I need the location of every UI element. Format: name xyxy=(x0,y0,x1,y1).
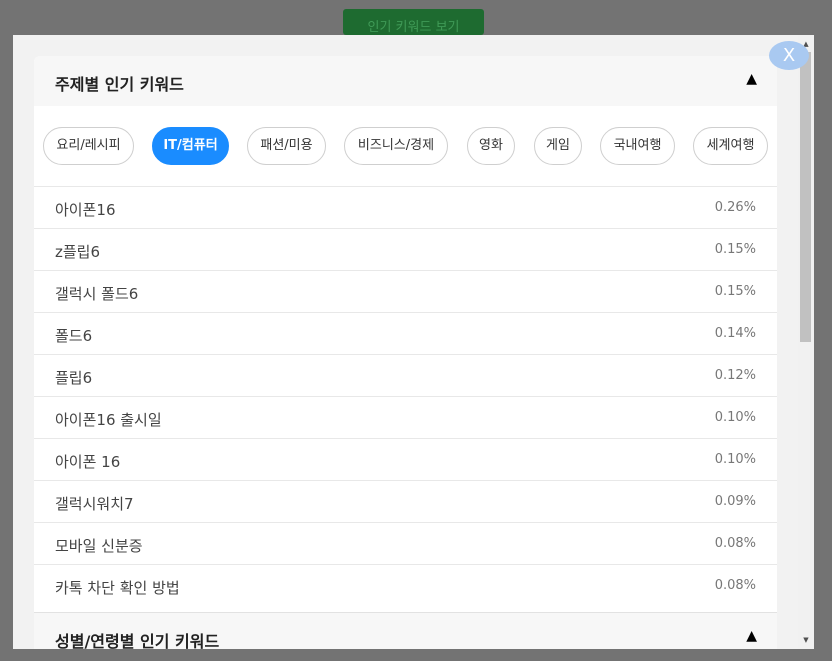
keyword-share: 0.14% xyxy=(714,326,756,341)
keyword-text: 플립6 xyxy=(55,369,93,387)
topic-section-title: 주제별 인기 키워드 xyxy=(55,75,184,94)
collapse-arrow-icon[interactable]: ▲ xyxy=(746,628,757,644)
scroll-down-arrow-icon[interactable]: ▼ xyxy=(798,633,814,647)
modal-scrollbar[interactable]: ▲ ▼ xyxy=(798,35,814,649)
keyword-share: 0.26% xyxy=(714,200,756,215)
keyword-row[interactable]: z플립6 0.15% xyxy=(34,229,777,271)
modal-panel: 주제별 인기 키워드 ▲ 요리/레시피 IT/컴퓨터 패션/미용 비즈니스/경제… xyxy=(34,56,777,649)
category-movie[interactable]: 영화 xyxy=(467,127,515,165)
category-world-travel[interactable]: 세계여행 xyxy=(693,127,768,165)
keyword-text: z플립6 xyxy=(55,243,101,261)
topic-section-header[interactable]: 주제별 인기 키워드 ▲ xyxy=(34,56,777,106)
keyword-text: 갤럭시 폴드6 xyxy=(55,285,139,303)
keyword-share: 0.12% xyxy=(714,368,756,383)
collapse-arrow-icon[interactable]: ▲ xyxy=(746,71,757,87)
category-it-computer[interactable]: IT/컴퓨터 xyxy=(152,127,229,165)
popular-keywords-button[interactable]: 인기 키워드 보기 xyxy=(343,9,484,35)
keyword-share: 0.10% xyxy=(714,410,756,425)
category-game[interactable]: 게임 xyxy=(534,127,582,165)
keyword-row[interactable]: 갤럭시워치7 0.09% xyxy=(34,481,777,523)
keyword-row[interactable]: 폴드6 0.14% xyxy=(34,313,777,355)
keyword-share: 0.15% xyxy=(714,242,756,257)
keyword-text: 폴드6 xyxy=(55,327,93,345)
category-cooking[interactable]: 요리/레시피 xyxy=(43,127,134,165)
keyword-share: 0.08% xyxy=(714,578,756,593)
keyword-row[interactable]: 모바일 신분증 0.08% xyxy=(34,523,777,565)
keyword-text: 아이폰16 xyxy=(55,201,116,219)
gender-age-section-title: 성별/연령별 인기 키워드 xyxy=(55,632,220,649)
keyword-share: 0.15% xyxy=(714,284,756,299)
scrollbar-thumb[interactable] xyxy=(800,52,811,342)
keyword-row[interactable]: 플립6 0.12% xyxy=(34,355,777,397)
keyword-row[interactable]: 아이폰16 출시일 0.10% xyxy=(34,397,777,439)
keyword-row[interactable]: 갤럭시 폴드6 0.15% xyxy=(34,271,777,313)
keyword-text: 갤럭시워치7 xyxy=(55,495,134,513)
keywords-modal: 주제별 인기 키워드 ▲ 요리/레시피 IT/컴퓨터 패션/미용 비즈니스/경제… xyxy=(13,35,814,649)
keyword-text: 아이폰 16 xyxy=(55,453,121,471)
keyword-row[interactable]: 카톡 차단 확인 방법 0.08% xyxy=(34,565,777,607)
keyword-text: 모바일 신분증 xyxy=(55,537,143,555)
close-button[interactable]: X xyxy=(769,41,809,70)
keyword-row[interactable]: 아이폰 16 0.10% xyxy=(34,439,777,481)
category-business[interactable]: 비즈니스/경제 xyxy=(344,127,448,165)
keyword-text: 카톡 차단 확인 방법 xyxy=(55,579,180,597)
category-fashion[interactable]: 패션/미용 xyxy=(247,127,326,165)
keyword-row[interactable]: 아이폰16 0.26% xyxy=(34,187,777,229)
category-domestic-travel[interactable]: 국내여행 xyxy=(600,127,675,165)
gender-age-section-header[interactable]: 성별/연령별 인기 키워드 ▲ xyxy=(34,612,777,649)
keyword-share: 0.09% xyxy=(714,494,756,509)
keyword-share: 0.08% xyxy=(714,536,756,551)
keyword-text: 아이폰16 출시일 xyxy=(55,411,162,429)
keyword-share: 0.10% xyxy=(714,452,756,467)
